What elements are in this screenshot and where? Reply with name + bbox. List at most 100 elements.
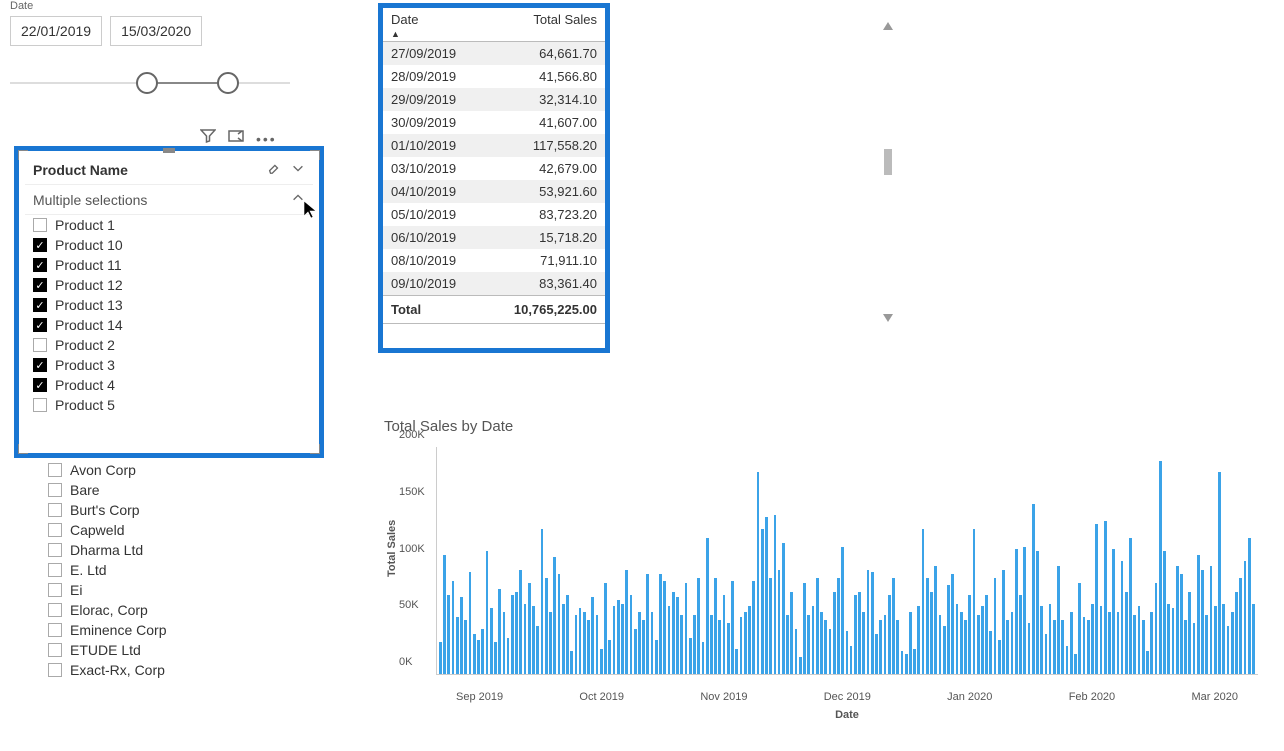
chart-bar[interactable] [617,600,620,674]
checkbox[interactable] [48,503,62,517]
list-item[interactable]: ✓Product 12 [25,275,313,295]
chart-bar[interactable] [1087,620,1090,674]
chart-bar[interactable] [528,583,531,674]
chart-bar[interactable] [1150,612,1153,674]
checkbox[interactable]: ✓ [33,318,47,332]
checkbox[interactable] [33,398,47,412]
chart-bar[interactable] [1112,549,1115,674]
range-handle-start[interactable] [136,72,158,94]
chart-bar[interactable] [1006,620,1009,674]
chart-bar[interactable] [1057,566,1060,674]
date-range-slider[interactable] [10,68,290,98]
chart-bar[interactable] [515,592,518,674]
chart-bar[interactable] [727,623,730,674]
list-item[interactable]: E. Ltd [40,560,300,580]
chart-bar[interactable] [503,612,506,674]
list-item[interactable]: Ei [40,580,300,600]
table-row[interactable]: 29/09/201932,314.10 [383,88,605,111]
resize-handle-top[interactable] [163,148,175,153]
chart-bar[interactable] [477,640,480,674]
product-dropdown[interactable]: Multiple selections [25,184,313,215]
chart-bar[interactable] [943,626,946,674]
chart-bar[interactable] [1248,538,1251,674]
checkbox[interactable] [48,483,62,497]
chart-bar[interactable] [740,617,743,674]
chart-bar[interactable] [1121,561,1124,675]
scrollbar-track[interactable] [884,34,892,310]
chart-bar[interactable] [1040,606,1043,674]
chart-bar[interactable] [930,592,933,674]
chart-bar[interactable] [998,640,1001,674]
chart-bar[interactable] [519,570,522,674]
list-item[interactable]: ✓Product 10 [25,235,313,255]
chart-bar[interactable] [1197,555,1200,674]
chart-bar[interactable] [816,578,819,674]
chart-bar[interactable] [1074,654,1077,674]
chart-bar[interactable] [833,592,836,674]
chart-bar[interactable] [575,615,578,674]
chart-bar[interactable] [672,592,675,674]
chart-bar[interactable] [1159,461,1162,674]
chart-bar[interactable] [1036,551,1039,674]
chart-bar[interactable] [702,642,705,674]
chart-bar[interactable] [1239,578,1242,674]
checkbox[interactable] [48,603,62,617]
chart-bar[interactable] [1053,620,1056,674]
chart-bar[interactable] [829,629,832,674]
date-to-input[interactable]: 15/03/2020 [110,16,202,46]
chart-bar[interactable] [642,620,645,674]
chart-bar[interactable] [570,651,573,674]
list-item[interactable]: Avon Corp [40,460,300,480]
chart-bar[interactable] [1091,604,1094,674]
chart-bar[interactable] [947,585,950,674]
checkbox[interactable]: ✓ [33,238,47,252]
chart-bar[interactable] [613,606,616,674]
chart-bar[interactable] [689,638,692,674]
chart-bar[interactable] [862,612,865,674]
chart-bar[interactable] [524,604,527,674]
chart-bar[interactable] [651,612,654,674]
chart-bar[interactable] [1061,620,1064,674]
list-item[interactable]: Elorac, Corp [40,600,300,620]
chart-bar[interactable] [1235,592,1238,674]
chart-bar[interactable] [765,517,768,674]
chart-bar[interactable] [1167,604,1170,674]
chart-bar[interactable] [761,529,764,674]
chart-bar[interactable] [494,642,497,674]
chart-bar[interactable] [668,606,671,674]
chart-bar[interactable] [1180,574,1183,674]
chart-bar[interactable] [934,566,937,674]
chart-bar[interactable] [901,651,904,674]
chart-bar[interactable] [769,578,772,674]
table-row[interactable]: 04/10/201953,921.60 [383,180,605,203]
chart-bar[interactable] [1129,538,1132,674]
chart-bar[interactable] [875,634,878,674]
chart-bar[interactable] [854,595,857,674]
chart-bar[interactable] [1201,570,1204,674]
chart-bar[interactable] [1100,606,1103,674]
chart-bar[interactable] [867,570,870,674]
chart-bar[interactable] [994,578,997,674]
checkbox[interactable] [33,338,47,352]
table-row[interactable]: 05/10/201983,723.20 [383,203,605,226]
list-item[interactable]: Bare [40,480,300,500]
chart-bar[interactable] [1019,595,1022,674]
chart-bar[interactable] [1222,604,1225,674]
table-row[interactable]: 09/10/201983,361.40 [383,272,605,296]
chart-bar[interactable] [456,617,459,674]
chart-bar[interactable] [1252,604,1255,674]
chart-bar[interactable] [545,578,548,674]
checkbox[interactable]: ✓ [33,298,47,312]
checkbox[interactable] [33,218,47,232]
chart-bar[interactable] [558,574,561,674]
checkbox[interactable] [48,583,62,597]
chart-bar[interactable] [1070,612,1073,674]
chart-bar[interactable] [596,615,599,674]
chart-bar[interactable] [587,620,590,674]
list-item[interactable]: Capweld [40,520,300,540]
chart-bar[interactable] [562,604,565,674]
chart-bar[interactable] [748,606,751,674]
chart-bar[interactable] [892,578,895,674]
chart-bar[interactable] [600,649,603,674]
chart-bar[interactable] [697,578,700,674]
